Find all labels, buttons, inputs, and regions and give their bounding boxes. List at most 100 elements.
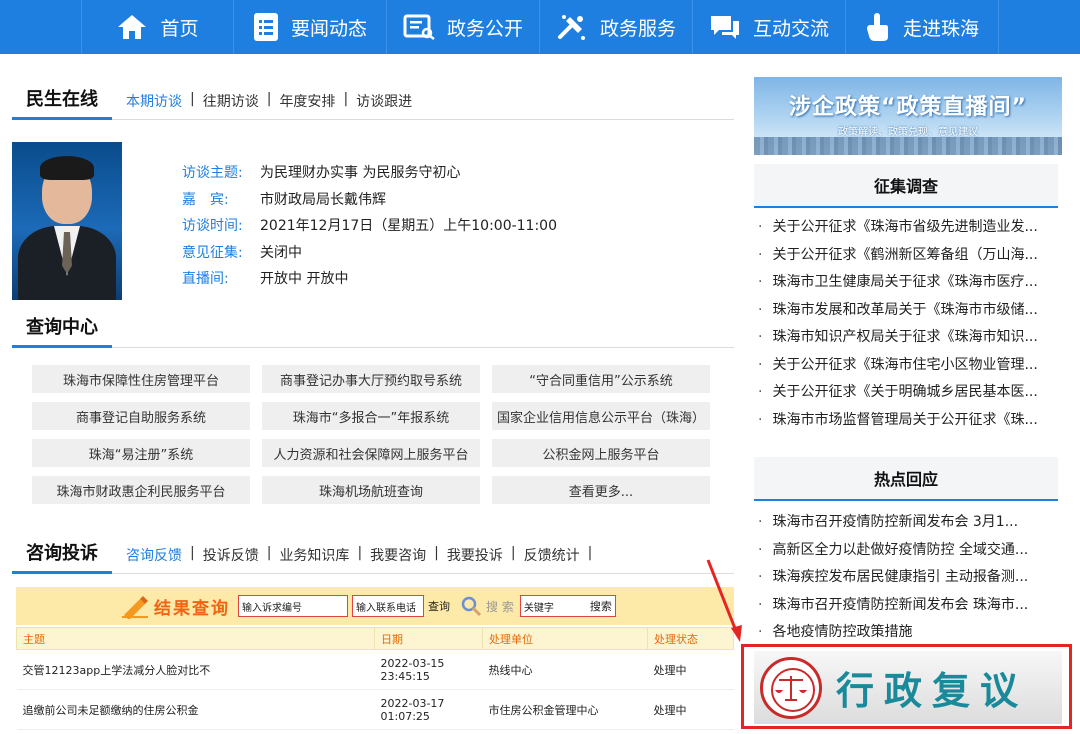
request-id-input[interactable]: 输入诉求编号 [238,595,348,617]
query-button[interactable]: 珠海市保障性住房管理平台 [32,365,250,393]
query-grid: 珠海市保障性住房管理平台 商事登记办事大厅预约取号系统 “守合同重信用”公示系统… [32,365,722,504]
nav-service-label: 政务服务 [599,17,676,40]
query-button[interactable]: 公积金网上服务平台 [492,439,710,467]
keyword-search-box[interactable]: 关键字 搜索 [519,595,616,617]
row-status: 处理中 [647,689,734,730]
query-button[interactable]: 商事登记办事大厅预约取号系统 [262,365,480,393]
complaint-title: 咨询投诉 [12,539,112,574]
row-date-day: 2022-03-17 [380,696,445,710]
keyword-input[interactable]: 关键字 [524,599,554,614]
query-button[interactable]: 人力资源和社会保障网上服务平台 [262,439,480,467]
tab-feedback-stats[interactable]: 反馈统计 [516,545,588,565]
list-item[interactable]: 珠海市知识产权局关于征求《珠海市知识... [758,324,1058,352]
nav-interact[interactable]: 互动交流 [693,0,846,54]
interview-opinion-value[interactable]: 关闭中 [260,240,302,267]
nav-zhuhai[interactable]: 走进珠海 [846,0,999,54]
list-item[interactable]: 关于公开征求《关于明确城乡居民基本医... [758,379,1058,407]
home-icon [118,15,147,39]
table-row[interactable]: 追缴前公司未足额缴纳的住房公积金 2022-03-17 01:07:25 市住房公… [16,689,734,730]
admin-review-label: 行政复议 [836,669,1029,713]
survey-title: 征集调查 [873,177,938,196]
query-button[interactable]: 珠海机场航班查询 [262,476,480,504]
list-item[interactable]: 珠海市卫生健康局关于征求《珠海市医疗... [758,269,1058,297]
phone-input[interactable]: 输入联系电话 [352,595,424,617]
list-item[interactable]: 关于公开征求《鹤洲新区筹备组（万山海... [758,242,1058,270]
banner-title: 涉企政策“政策直播间” [789,95,1027,120]
nav-service[interactable]: 政务服务 [540,0,693,54]
view-more-button[interactable]: 查看更多... [492,476,710,504]
col-unit: 处理单位 [482,627,648,650]
complaint-tabs: 咨询反馈 | 投诉反馈 | 业务知识库 | 我要咨询 | 我要投诉 | 反馈统计… [118,545,592,573]
interview-live-label: 直播间: [182,271,229,287]
results-table: 主题 日期 处理单位 处理状态 交管12123app上学法减分人脸对比不 202… [16,627,734,730]
row-date: 2022-03-17 01:07:25 [374,689,483,730]
nav-news[interactable]: 要闻动态 [234,0,387,54]
interview-time-value: 2021年12月17日（星期五）上午10:00-11:00 [260,218,558,234]
minsheng-tabs: 本期访谈 | 往期访谈 | 年度安排 | 访谈跟进 [118,91,420,119]
list-item[interactable]: 关于公开征求《珠海市省级先进制造业发... [758,214,1058,242]
interview-topic-label: 访谈主题: [182,165,243,181]
interview-time-label: 访谈时间: [182,218,243,234]
query-submit-button[interactable]: 查询 [428,598,450,614]
row-unit: 市住房公积金管理中心 [482,689,648,730]
policy-live-banner[interactable]: 涉企政策“政策直播间” 政策解读、政策兑现、意见建议 [754,77,1062,155]
interview-panel: 访谈主题: 为民理财办实事 为民服务守初心 嘉 宾: 市财政局局长戴伟辉 访谈时… [12,142,734,302]
nav-open-gov[interactable]: 政务公开 [387,0,540,54]
list-item[interactable]: 各地疫情防控政策措施 [758,619,1058,647]
interview-guest-label: 嘉 宾: [182,191,229,208]
minsheng-title: 民生在线 [12,85,112,120]
interview-guest-value: 市财政局局长戴伟辉 [260,191,386,208]
hand-icon [866,13,888,41]
query-button[interactable]: 国家企业信用信息公示平台（珠海） [492,402,710,430]
minsheng-header: 民生在线 本期访谈 | 往期访谈 | 年度安排 | 访谈跟进 [12,86,734,120]
nav-home[interactable]: 首页 [81,0,234,54]
admin-review-banner[interactable]: 行政复议 [754,651,1062,724]
tab-interview-followup[interactable]: 访谈跟进 [348,91,420,111]
list-item[interactable]: 高新区全力以赴做好疫情防控 全域交通... [758,537,1058,565]
guest-photo[interactable] [12,142,122,300]
list-item[interactable]: 珠海市市场监督管理局关于公开征求《珠... [758,407,1058,435]
tab-complaint-feedback[interactable]: 投诉反馈 [195,545,267,565]
row-subject[interactable]: 交管12123app上学法减分人脸对比不 [16,649,375,690]
query-button[interactable]: 珠海市财政惠企利民服务平台 [32,476,250,504]
tab-consult-feedback[interactable]: 咨询反馈 [118,545,190,565]
query-button[interactable]: 商事登记自助服务系统 [32,402,250,430]
list-item[interactable]: 关于公开征求《珠海市住宅小区物业管理... [758,352,1058,380]
interview-guest-row: 嘉 宾: 市财政局局长戴伟辉 [182,187,557,214]
table-row[interactable]: 交管12123app上学法减分人脸对比不 2022-03-15 23:45:15 … [16,649,734,690]
tab-separator: | [587,545,593,561]
tab-annual-schedule[interactable]: 年度安排 [271,91,343,111]
interview-live-value[interactable]: 开放中 开放中 [260,266,348,293]
col-date: 日期 [374,627,483,650]
open-gov-icon [403,14,435,40]
list-item[interactable]: 珠海市召开疫情防控新闻发布会 3月1... [758,509,1058,537]
row-subject[interactable]: 追缴前公司未足额缴纳的住房公积金 [16,689,375,730]
hot-header: 热点回应 [754,457,1058,501]
list-item[interactable]: 珠海市发展和改革局关于《珠海市市级储... [758,297,1058,325]
complaint-header: 咨询投诉 咨询反馈 | 投诉反馈 | 业务知识库 | 我要咨询 | 我要投诉 |… [12,540,734,574]
interview-topic-value[interactable]: 为民理财办实事 为民服务守初心 [260,160,460,187]
query-button[interactable]: 珠海市“多报合一”年报系统 [262,402,480,430]
query-button[interactable]: 珠海“易注册”系统 [32,439,250,467]
row-unit: 热线中心 [482,649,648,690]
tab-consult[interactable]: 我要咨询 [362,545,434,565]
query-button[interactable]: “守合同重信用”公示系统 [492,365,710,393]
survey-header: 征集调查 [754,164,1058,208]
chat-icon [710,16,739,39]
list-item[interactable]: 珠海市召开疫情防控新闻发布会 珠海市... [758,592,1058,620]
col-status: 处理状态 [647,627,734,650]
tab-current-interview[interactable]: 本期访谈 [118,91,190,111]
list-item[interactable]: 珠海疾控发布居民健康指引 主动报备测... [758,564,1058,592]
row-date: 2022-03-15 23:45:15 [374,649,483,690]
nav-zhuhai-label: 走进珠海 [902,17,979,40]
survey-list: 关于公开征求《珠海市省级先进制造业发... 关于公开征求《鹤洲新区筹备组（万山海… [758,214,1058,434]
result-query-bar: 结果查询 输入诉求编号 输入联系电话 查询 搜 索 关键字 搜索 [16,587,734,625]
row-date-time: 01:07:25 [380,709,430,723]
tab-past-interview[interactable]: 往期访谈 [195,91,267,111]
search-button[interactable]: 搜索 [590,598,612,614]
justice-scale-icon [760,656,822,719]
tab-complain[interactable]: 我要投诉 [439,545,511,565]
news-icon [253,13,278,41]
tab-knowledge-base[interactable]: 业务知识库 [271,545,357,565]
interview-opinion-label: 意见征集: [182,244,243,261]
